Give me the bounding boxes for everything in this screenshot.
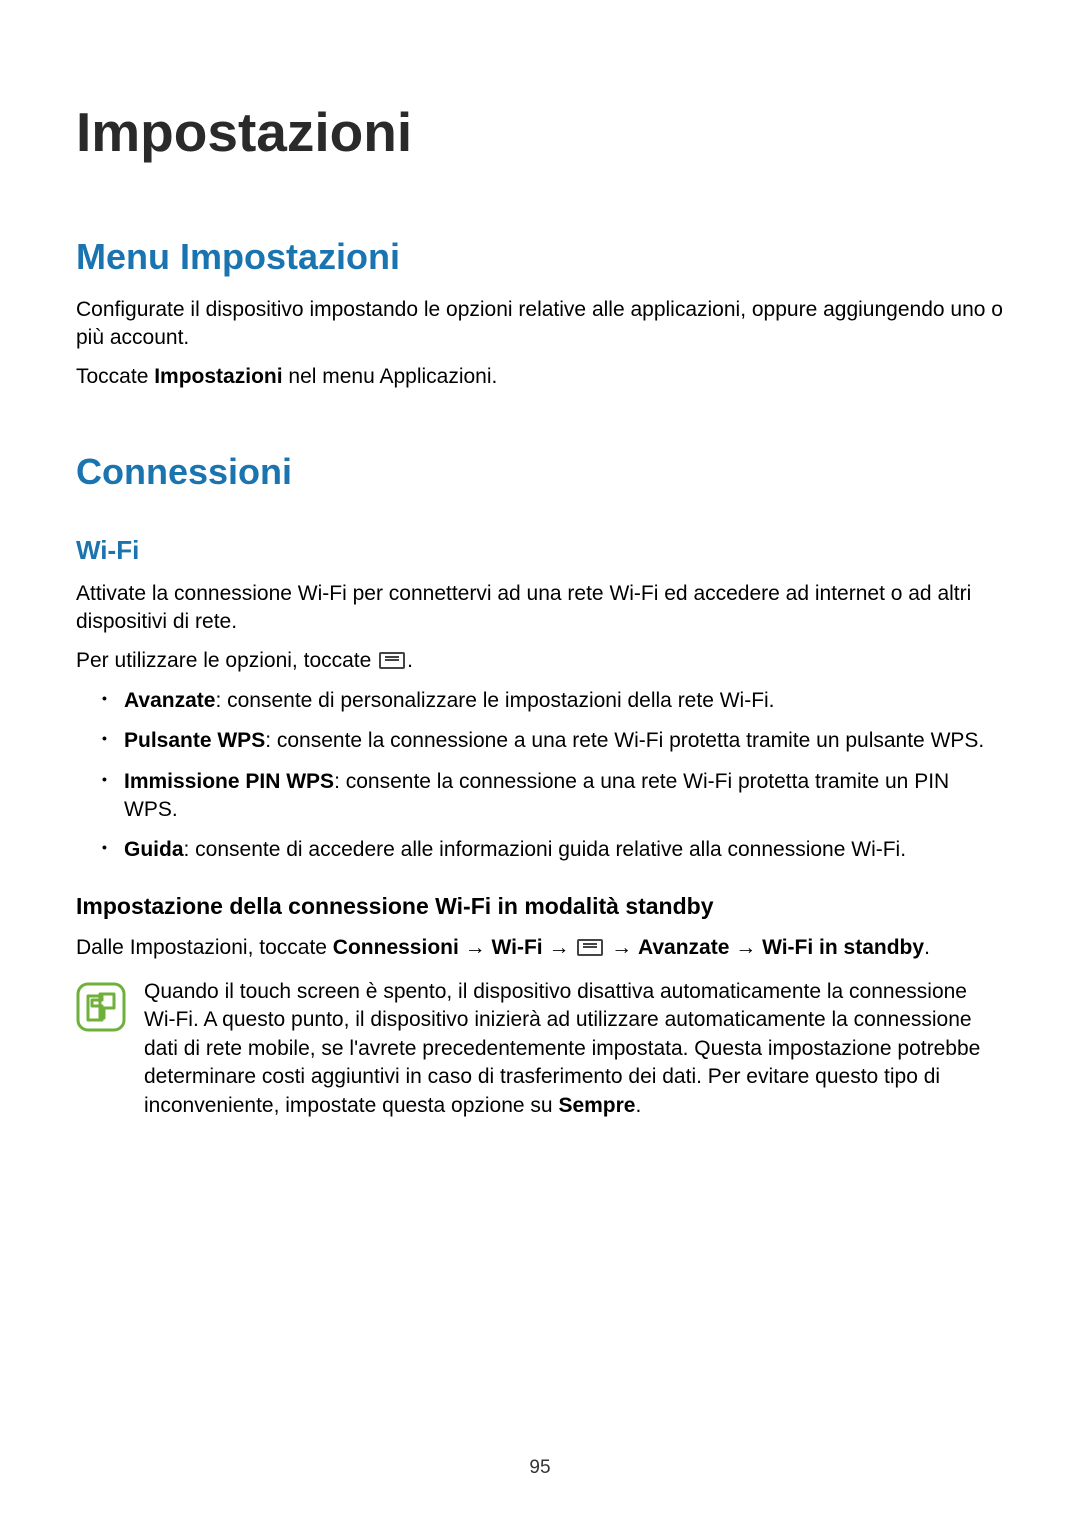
arrow-icon: → (543, 936, 576, 959)
subheading-standby: Impostazione della connessione Wi-Fi in … (76, 893, 1004, 920)
text-bold: Connessioni (333, 936, 459, 959)
arrow-icon: → (459, 936, 492, 959)
text-run: : consente di personalizzare le impostaz… (215, 689, 774, 712)
document-page: Impostazioni Menu Impostazioni Configura… (0, 0, 1080, 1120)
text-run: . (407, 649, 413, 672)
section-heading-connessioni: Connessioni (76, 451, 1004, 493)
list-item: Guida: consente di accedere alle informa… (106, 836, 1004, 864)
paragraph: Configurate il dispositivo impostando le… (76, 296, 1004, 353)
menu-icon (379, 652, 405, 669)
list-item: Avanzate: consente di personalizzare le … (106, 687, 1004, 715)
text-bold: Avanzate (638, 936, 729, 959)
bullet-list: Avanzate: consente di personalizzare le … (76, 687, 1004, 865)
section-heading-menu-impostazioni: Menu Impostazioni (76, 236, 1004, 278)
paragraph: Toccate Impostazioni nel menu Applicazio… (76, 363, 1004, 391)
arrow-icon: → (605, 936, 638, 959)
text-run: Per utilizzare le opzioni, toccate (76, 649, 377, 672)
text-bold: Guida (124, 838, 184, 861)
paragraph-navpath: Dalle Impostazioni, toccate Connessioni … (76, 934, 1004, 962)
text-run: nel menu Applicazioni. (283, 365, 498, 388)
arrow-icon: → (729, 936, 762, 959)
text-bold: Sempre (558, 1094, 635, 1117)
text-bold: Pulsante WPS (124, 729, 265, 752)
note-block: Quando il touch screen è spento, il disp… (76, 978, 1004, 1120)
text-run: : consente la connessione a una rete Wi-… (265, 729, 984, 752)
list-item: Immissione PIN WPS: consente la connessi… (106, 768, 1004, 825)
text-run: . (924, 936, 930, 959)
subsection-heading-wifi: Wi-Fi (76, 535, 1004, 566)
paragraph: Attivate la connessione Wi-Fi per connet… (76, 580, 1004, 637)
text-run: Dalle Impostazioni, toccate (76, 936, 333, 959)
note-icon (76, 982, 126, 1032)
page-title: Impostazioni (76, 100, 1004, 164)
list-item: Pulsante WPS: consente la connessione a … (106, 727, 1004, 755)
text-bold: Impostazioni (154, 365, 282, 388)
text-bold: Wi-Fi in standby (762, 936, 924, 959)
note-text: Quando il touch screen è spento, il disp… (144, 978, 1004, 1120)
text-bold: Wi-Fi (491, 936, 542, 959)
menu-icon (577, 939, 603, 956)
text-bold: Immissione PIN WPS (124, 770, 334, 793)
text-run: : consente di accedere alle informazioni… (184, 838, 907, 861)
text-run: . (636, 1094, 642, 1117)
text-run: Toccate (76, 365, 154, 388)
page-number: 95 (0, 1457, 1080, 1479)
paragraph: Per utilizzare le opzioni, toccate . (76, 647, 1004, 675)
text-bold: Avanzate (124, 689, 215, 712)
